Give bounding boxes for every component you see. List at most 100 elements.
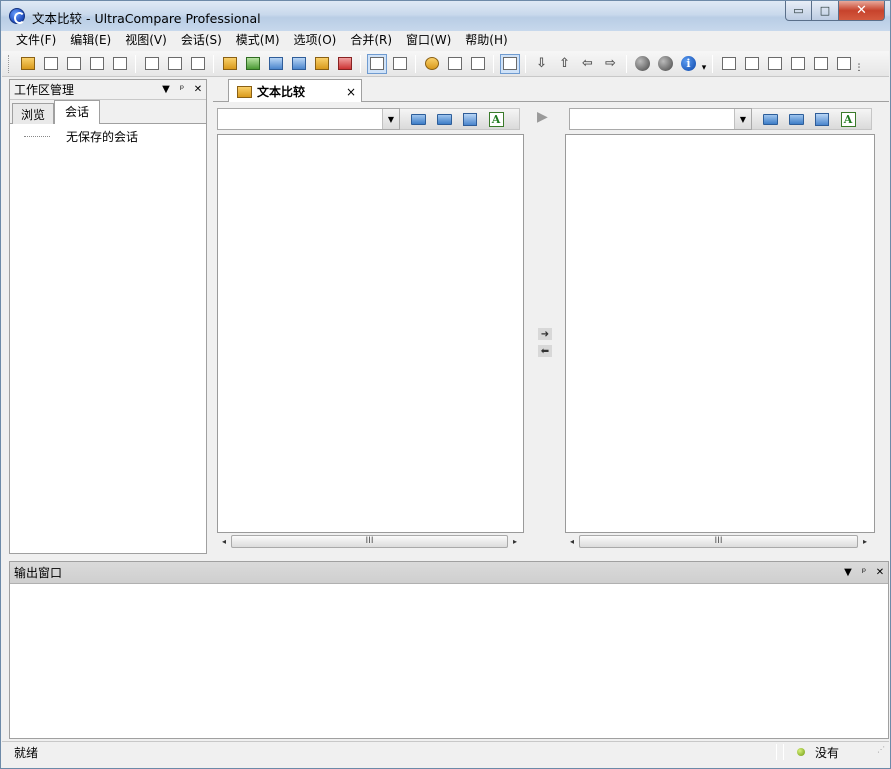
binary-compare-button[interactable] [289,54,309,74]
left-file-dropdown-button[interactable]: ▼ [382,109,399,129]
session-tree: 无保存的会话 [10,124,206,145]
new-button[interactable] [18,54,38,74]
menu-options[interactable]: 选项(O) [287,31,344,50]
workspace-pin-button[interactable]: ᵖ [174,84,190,95]
print-button[interactable] [87,54,107,74]
session-open-button[interactable] [742,54,762,74]
tab-session[interactable]: 会话 [54,100,101,124]
excel-compare-button[interactable] [243,54,263,74]
scroll-left-arrow[interactable]: ◂ [217,537,231,546]
session-new-button[interactable] [719,54,739,74]
compare-area: ▼ A ▶ ▼ A ➜ ⬅ ◂ III ▸ ◂ III ▸ [213,102,889,558]
output-pin-button[interactable]: ᵖ [856,567,872,578]
prev-diff-button[interactable]: ⇧ [555,54,575,74]
menu-mode[interactable]: 模式(M) [229,31,287,50]
output-menu-button[interactable]: ▼ [840,567,856,578]
status-led-icon [797,748,805,756]
toolbar-separator [712,54,713,73]
session-save-icon [767,57,782,70]
close-button[interactable]: ✕ [839,1,885,21]
arrow-left-icon: ⇦ [582,56,593,71]
left-browse-button[interactable] [434,110,454,128]
folder-compare-button[interactable] [266,54,286,74]
side-by-side-button[interactable] [366,53,387,74]
copy-to-right-button[interactable]: ➜ [538,328,552,340]
scroll-right-arrow[interactable]: ▸ [508,537,522,546]
session-report-button[interactable] [834,54,854,74]
settings-button[interactable] [422,54,442,74]
arrow-left-icon: ⬅ [540,345,550,357]
matches-button[interactable] [188,54,208,74]
asterisk-icon [144,57,159,70]
merge-right-button[interactable]: ⇨ [601,54,621,74]
all-lines-button[interactable] [142,54,162,74]
toolbar-overflow-button-2[interactable]: ⋮ [855,55,864,73]
tab-browse[interactable]: 浏览 [12,103,55,124]
text-compare-icon [237,85,252,98]
copy-to-left-button[interactable]: ⬅ [538,345,552,357]
menu-file[interactable]: 文件(F) [9,31,63,50]
output-close-button[interactable]: ✕ [872,567,888,578]
title-bar[interactable]: 文本比较 - UltraCompare Professional ▭ □ ✕ [1,1,890,31]
scroll-right-arrow[interactable]: ▸ [858,537,872,546]
left-file-combo[interactable]: ▼ [217,108,400,130]
session-export-button[interactable] [811,54,831,74]
scroll-thumb[interactable]: III [231,535,508,548]
menu-session[interactable]: 会话(S) [174,31,229,50]
save-button[interactable] [41,54,61,74]
menu-edit[interactable]: 编辑(E) [63,31,118,50]
vertical-split-icon [369,57,384,70]
about-button[interactable]: i [679,54,699,74]
minimize-button[interactable]: ▭ [785,1,812,21]
tab-text-compare[interactable]: 文本比较 × [228,79,362,103]
recompare-button[interactable] [468,54,488,74]
scroll-thumb[interactable]: III [579,535,858,548]
workspace-close-button[interactable]: ✕ [190,84,206,95]
session-close-button[interactable] [788,54,808,74]
next-diff-button[interactable]: ⇩ [532,54,552,74]
copy-button[interactable] [64,54,84,74]
left-font-button[interactable]: A [486,110,506,128]
differences-button[interactable] [165,54,185,74]
word-compare-button[interactable] [335,54,355,74]
left-ftp-button[interactable] [460,110,480,128]
menu-view[interactable]: 视图(V) [118,31,174,50]
sync-scroll-button[interactable] [499,53,520,74]
report-icon [836,57,851,70]
network-icon [815,112,829,126]
right-file-combo[interactable]: ▼ [569,108,752,130]
ftp-button[interactable] [656,54,676,74]
right-horizontal-scrollbar[interactable]: ◂ III ▸ [565,534,872,549]
document-tab-close-button[interactable]: × [341,85,361,99]
app-logo-icon[interactable] [9,8,25,24]
text-compare-button[interactable] [220,54,240,74]
left-horizontal-scrollbar[interactable]: ◂ III ▸ [217,534,522,549]
tree-item[interactable]: 无保存的会话 [24,128,206,145]
right-text-pane[interactable] [565,134,875,533]
merge-left-button[interactable]: ⇦ [578,54,598,74]
archive-compare-button[interactable] [312,54,332,74]
right-browse-button[interactable] [786,110,806,128]
toolbar-overflow-button[interactable]: ▾ [700,55,708,73]
right-font-button[interactable]: A [838,110,858,128]
over-under-button[interactable] [390,54,410,74]
menu-merge[interactable]: 合并(R) [343,31,399,50]
print-preview-button[interactable] [110,54,130,74]
left-open-button[interactable] [408,110,428,128]
maximize-button[interactable]: □ [812,1,839,21]
resize-grip[interactable]: ⋰ [877,745,889,759]
toolbar-grip[interactable] [8,54,11,73]
ignore-options-button[interactable] [445,54,465,74]
web-button[interactable] [633,54,653,74]
scroll-left-arrow[interactable]: ◂ [565,537,579,546]
right-file-dropdown-button[interactable]: ▼ [734,109,751,129]
right-open-button[interactable] [760,110,780,128]
session-save-button[interactable] [765,54,785,74]
right-ftp-button[interactable] [812,110,832,128]
workspace-menu-button[interactable]: ▼ [158,84,174,95]
left-text-pane[interactable] [217,134,524,533]
compare-play-button[interactable]: ▶ [537,109,548,125]
menu-window[interactable]: 窗口(W) [399,31,458,50]
menu-help[interactable]: 帮助(H) [458,31,514,50]
ftp-globe-icon [658,56,673,71]
